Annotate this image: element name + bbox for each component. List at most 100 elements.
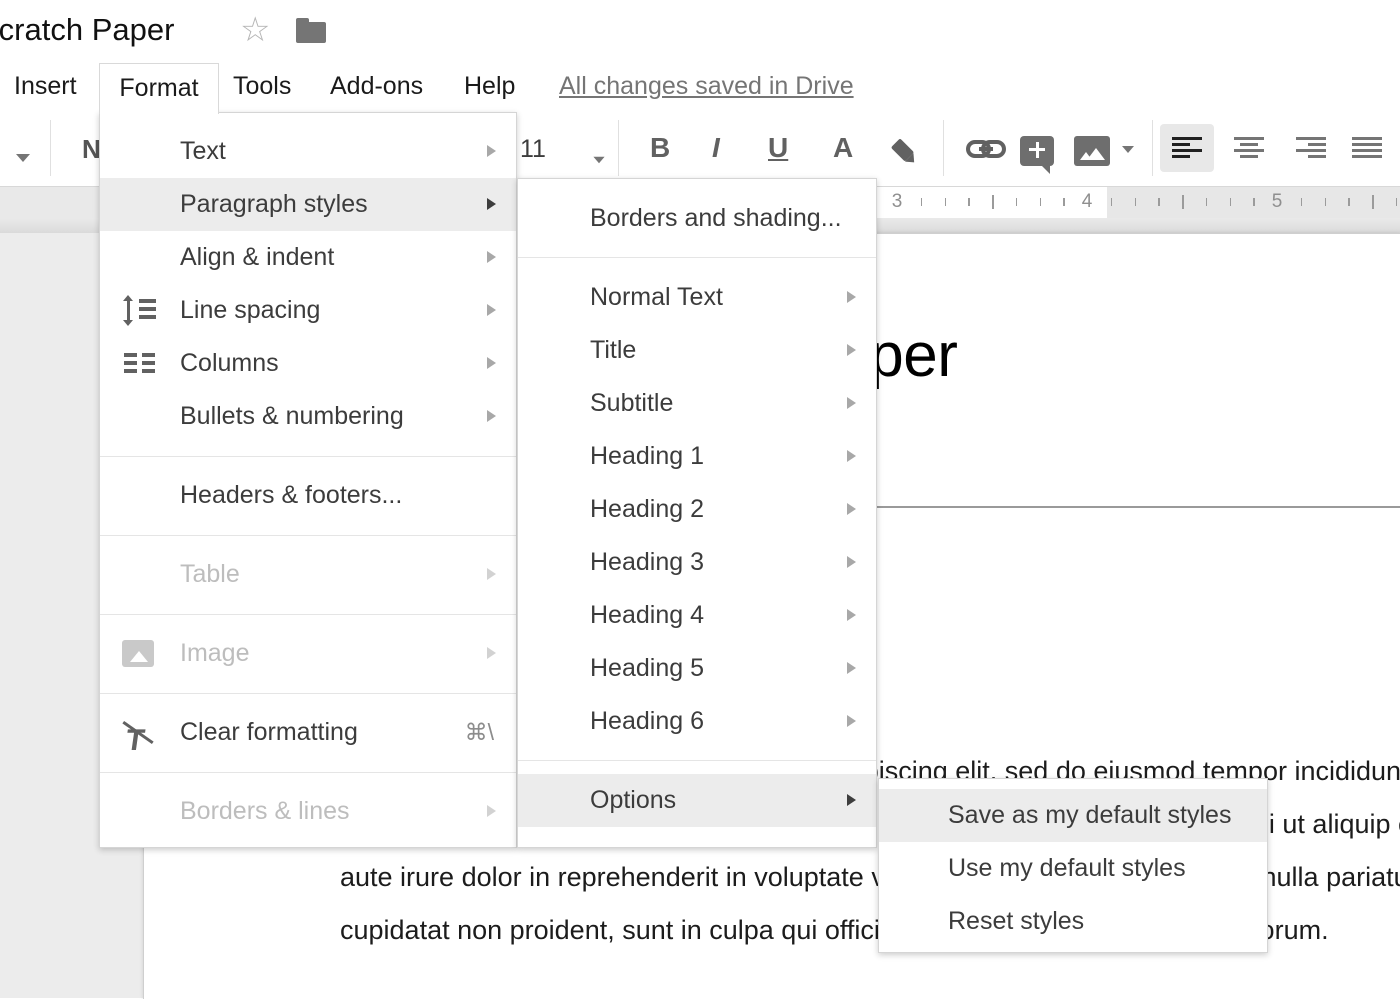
menu-addons[interactable]: Add-ons — [330, 62, 423, 110]
options-submenu-panel: Save as my default styles Use my default… — [878, 778, 1268, 953]
submenu-arrow-icon — [847, 794, 856, 806]
toolbar-separator — [943, 120, 944, 176]
insert-image-icon[interactable] — [1074, 136, 1110, 166]
insert-image-caret-icon[interactable] — [1122, 146, 1134, 153]
menu-item-label: Paragraph styles — [180, 190, 368, 218]
ruler-number: 5 — [1267, 186, 1287, 218]
menu-item-text[interactable]: Text — [100, 125, 516, 178]
menu-item-heading-6[interactable]: Heading 6 — [518, 695, 876, 748]
menu-divider — [100, 614, 516, 615]
paragraph-styles-submenu-panel: Borders and shading... Normal Text Title… — [517, 178, 877, 848]
menu-tools[interactable]: Tools — [233, 62, 291, 110]
insert-link-icon[interactable] — [966, 140, 1006, 158]
menu-divider — [100, 535, 516, 536]
align-justify-button[interactable] — [1352, 137, 1382, 158]
submenu-arrow-icon — [487, 410, 496, 422]
menu-item-label: Clear formatting — [180, 718, 358, 746]
menu-item-heading-2[interactable]: Heading 2 — [518, 483, 876, 536]
ruler-tick — [1111, 198, 1113, 206]
ruler-tick — [992, 195, 994, 209]
submenu-arrow-icon — [487, 304, 496, 316]
align-right-button[interactable] — [1296, 137, 1326, 158]
menu-item-use-default-styles[interactable]: Use my default styles — [879, 842, 1267, 895]
menu-item-label: Heading 3 — [590, 548, 704, 576]
menu-item-paragraph-styles[interactable]: Paragraph styles — [100, 178, 516, 231]
toolbar-overflow-caret-icon[interactable] — [16, 154, 30, 162]
shortcut-label: ⌘\ — [465, 706, 494, 759]
line-spacing-icon — [122, 298, 158, 324]
star-icon[interactable]: ☆ — [240, 10, 270, 50]
menu-divider — [518, 257, 876, 258]
menu-help[interactable]: Help — [464, 62, 515, 110]
text-color-button[interactable]: A — [833, 132, 853, 164]
ruler-tick — [1396, 198, 1398, 206]
menu-insert[interactable]: Insert — [14, 62, 77, 110]
align-center-button[interactable] — [1234, 137, 1264, 158]
menu-item-heading-4[interactable]: Heading 4 — [518, 589, 876, 642]
menu-item-label: Options — [590, 786, 676, 814]
menu-item-label: Use my default styles — [948, 854, 1186, 882]
menu-item-label: Save as my default styles — [948, 801, 1231, 829]
doc-title-input[interactable]: Scratch Paper — [0, 12, 174, 48]
image-icon — [122, 641, 158, 667]
menu-item-label: Line spacing — [180, 296, 320, 324]
clear-formatting-icon: T — [122, 720, 158, 746]
menu-item-options[interactable]: Options — [518, 774, 876, 827]
menu-item-borders-lines-disabled: Borders & lines — [100, 785, 516, 838]
menu-item-label: Headers & footers... — [180, 481, 402, 509]
ruler-tick — [1135, 198, 1137, 206]
menu-item-label: Heading 5 — [590, 654, 704, 682]
folder-icon[interactable] — [296, 22, 326, 43]
ruler-tick — [1063, 198, 1065, 206]
menu-item-label: Text — [180, 137, 226, 165]
menu-item-save-default-styles[interactable]: Save as my default styles — [879, 789, 1267, 842]
underline-button[interactable]: U — [768, 132, 788, 164]
menu-item-label: Reset styles — [948, 907, 1084, 935]
menu-item-bullets-numbering[interactable]: Bullets & numbering — [100, 390, 516, 443]
menu-item-reset-styles[interactable]: Reset styles — [879, 895, 1267, 948]
menu-item-label: Table — [180, 560, 240, 588]
menu-item-normal-text[interactable]: Normal Text — [518, 271, 876, 324]
insert-comment-icon[interactable] — [1020, 136, 1054, 166]
menu-item-heading-5[interactable]: Heading 5 — [518, 642, 876, 695]
font-size-caret-icon[interactable] — [593, 157, 604, 163]
menu-item-label: Heading 1 — [590, 442, 704, 470]
menu-item-borders-shading[interactable]: Borders and shading... — [518, 192, 876, 245]
menu-divider — [518, 760, 876, 761]
font-size-value[interactable]: 11 — [520, 135, 546, 164]
menu-item-line-spacing[interactable]: Line spacing — [100, 284, 516, 337]
ruler-tick — [1182, 195, 1184, 209]
menu-item-subtitle[interactable]: Subtitle — [518, 377, 876, 430]
menu-item-label: Borders and shading... — [590, 204, 842, 232]
menu-item-columns[interactable]: Columns — [100, 337, 516, 390]
menu-item-label: Heading 2 — [590, 495, 704, 523]
menu-item-headers-footers[interactable]: Headers & footers... — [100, 469, 516, 522]
ruler-tick — [1372, 195, 1374, 209]
menu-item-label: Heading 6 — [590, 707, 704, 735]
ruler-tick — [1016, 198, 1018, 206]
ruler-number: 4 — [1077, 186, 1097, 218]
submenu-arrow-icon — [487, 568, 496, 580]
menu-item-table-disabled: Table — [100, 548, 516, 601]
ruler-number: 3 — [887, 186, 907, 218]
columns-icon — [122, 351, 158, 377]
italic-button[interactable]: I — [712, 132, 720, 164]
submenu-arrow-icon — [847, 397, 856, 409]
submenu-arrow-icon — [487, 145, 496, 157]
bold-button[interactable]: B — [650, 132, 670, 164]
ruler-tick — [1325, 198, 1327, 206]
menu-format-active[interactable]: Format — [99, 63, 219, 114]
submenu-arrow-icon — [847, 450, 856, 462]
paragraph-style-selector[interactable]: N — [82, 134, 101, 165]
align-left-button[interactable] — [1172, 137, 1202, 158]
menu-item-heading-1[interactable]: Heading 1 — [518, 430, 876, 483]
menu-item-title[interactable]: Title — [518, 324, 876, 377]
menu-item-heading-3[interactable]: Heading 3 — [518, 536, 876, 589]
ruler-tick — [945, 198, 947, 206]
menu-item-clear-formatting[interactable]: T Clear formatting ⌘\ — [100, 706, 516, 759]
submenu-arrow-icon — [487, 647, 496, 659]
highlight-pen-icon[interactable] — [891, 138, 914, 161]
menu-item-align-indent[interactable]: Align & indent — [100, 231, 516, 284]
save-status-link[interactable]: All changes saved in Drive — [559, 62, 854, 110]
menu-divider — [100, 693, 516, 694]
